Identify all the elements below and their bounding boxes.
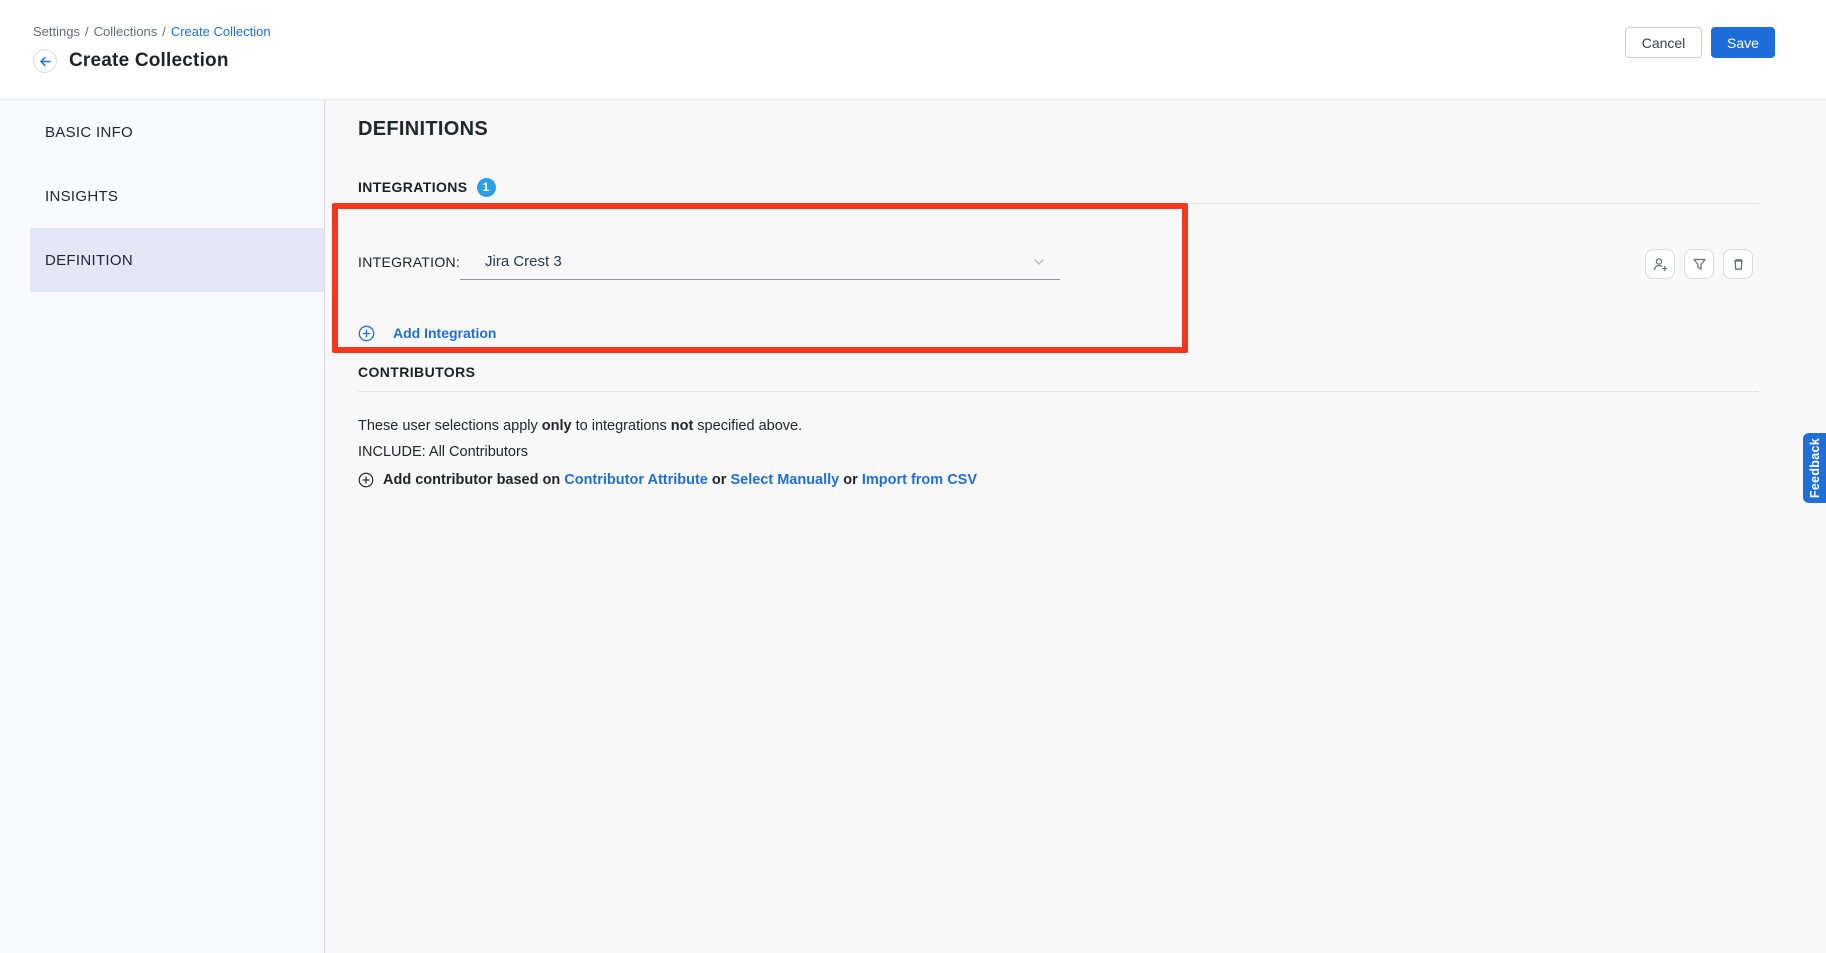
delete-button[interactable]	[1723, 249, 1753, 279]
add-contributor-text: Add contributor based on Contributor Att…	[383, 470, 977, 490]
sidebar: BASIC INFO INSIGHTS DEFINITION	[0, 100, 325, 953]
breadcrumb: Settings / Collections / Create Collection	[33, 24, 271, 39]
contributors-section-title: CONTRIBUTORS	[358, 363, 475, 382]
filter-button[interactable]	[1684, 249, 1714, 279]
integration-label: INTEGRATION:	[358, 254, 460, 270]
feedback-tab[interactable]: Feedback	[1803, 433, 1826, 503]
feedback-tab-label: Feedback	[1808, 438, 1822, 498]
contributor-attribute-link[interactable]: Contributor Attribute	[564, 472, 708, 488]
add-user-button[interactable]	[1645, 249, 1675, 279]
arrow-left-icon	[39, 55, 52, 68]
sidebar-item-basic-info[interactable]: BASIC INFO	[0, 100, 324, 164]
create-collection-page: Settings / Collections / Create Collection C…	[0, 0, 1826, 953]
or-text: or	[708, 472, 731, 488]
contributors-divider	[358, 391, 1759, 392]
contributors-note: These user selections apply only to inte…	[358, 416, 1759, 436]
integration-select-value: Jira Crest 3	[485, 253, 562, 270]
integrations-count-badge: 1	[477, 178, 496, 197]
include-line: INCLUDE: All Contributors	[358, 442, 1759, 462]
integration-action-buttons	[1645, 249, 1753, 279]
save-button[interactable]: Save	[1711, 27, 1775, 58]
import-from-csv-link[interactable]: Import from CSV	[862, 472, 977, 488]
add-integration-label: Add Integration	[393, 325, 496, 341]
or-text: or	[839, 472, 862, 488]
header-actions: Cancel Save	[1625, 0, 1826, 99]
breadcrumb-create-collection[interactable]: Create Collection	[171, 24, 271, 39]
sidebar-item-insights[interactable]: INSIGHTS	[0, 164, 324, 228]
page-title: Create Collection	[69, 50, 229, 72]
breadcrumb-separator: /	[162, 24, 166, 39]
add-user-icon	[1652, 256, 1669, 273]
breadcrumb-collections[interactable]: Collections	[94, 24, 158, 39]
note-text: specified above.	[693, 418, 802, 434]
note-bold-not: not	[671, 418, 694, 434]
title-row: Create Collection	[33, 49, 271, 73]
sidebar-item-definition[interactable]: DEFINITION	[30, 228, 324, 292]
note-bold-only: only	[542, 418, 572, 434]
select-manually-link[interactable]: Select Manually	[730, 472, 839, 488]
circle-plus-icon	[358, 325, 375, 342]
add-contributor-row: Add contributor based on Contributor Att…	[358, 470, 1759, 490]
note-text: These user selections apply	[358, 418, 542, 434]
back-button[interactable]	[33, 49, 57, 73]
note-text: to integrations	[572, 418, 671, 434]
cancel-button[interactable]: Cancel	[1625, 27, 1702, 58]
filter-icon	[1691, 256, 1708, 273]
page-header: Settings / Collections / Create Collection C…	[0, 0, 1826, 100]
trash-icon	[1730, 256, 1747, 273]
breadcrumb-separator: /	[85, 24, 89, 39]
header-left: Settings / Collections / Create Collection C…	[0, 0, 271, 99]
integrations-section-header: INTEGRATIONS 1	[358, 178, 1759, 197]
integrations-divider	[358, 203, 1759, 204]
integration-select[interactable]: Jira Crest 3	[460, 244, 1060, 280]
circle-plus-icon	[358, 472, 374, 488]
definitions-heading: DEFINITIONS	[358, 117, 1759, 141]
integrations-section-title: INTEGRATIONS	[358, 178, 468, 197]
add-contributor-prefix: Add contributor based on	[383, 472, 564, 488]
add-integration-link[interactable]: Add Integration	[358, 322, 1759, 344]
contributors-section-header: CONTRIBUTORS	[358, 363, 1759, 382]
integration-row: INTEGRATION: Jira Crest 3	[358, 243, 1759, 280]
chevron-down-icon	[1032, 255, 1046, 269]
main-content: DEFINITIONS INTEGRATIONS 1 INTEGRATION: …	[325, 100, 1826, 953]
breadcrumb-settings[interactable]: Settings	[33, 24, 80, 39]
